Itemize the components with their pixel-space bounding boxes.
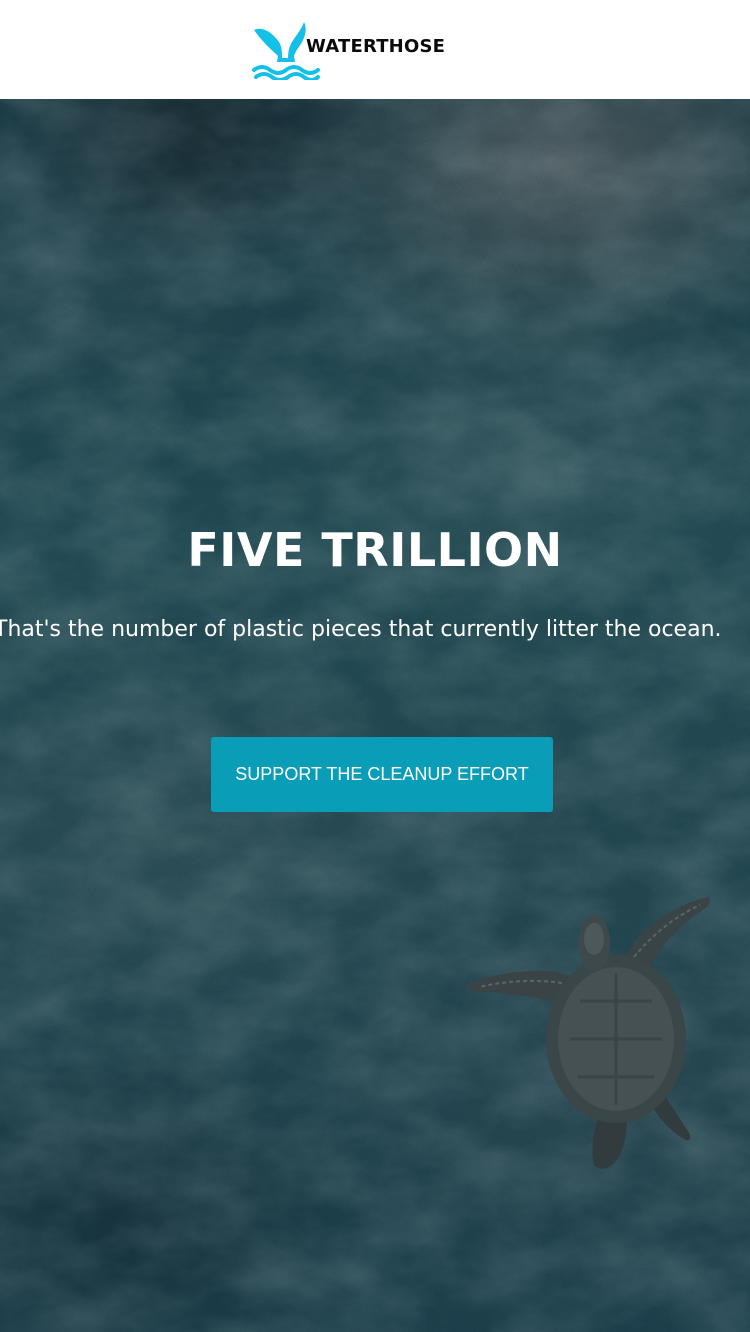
hero-headline: FIVE TRILLION bbox=[187, 523, 563, 577]
page: WATERTHOSE FIVE TRILLION That's the numb… bbox=[0, 0, 750, 1332]
brand-home-link[interactable]: WATERTHOSE bbox=[252, 20, 445, 80]
support-cleanup-button[interactable]: SUPPORT THE CLEANUP EFFORT bbox=[211, 737, 553, 812]
hero-section: FIVE TRILLION That's the number of plast… bbox=[0, 99, 750, 1332]
site-header: WATERTHOSE bbox=[0, 0, 750, 99]
sea-turtle-image bbox=[466, 897, 711, 1169]
hero-subline: That's the number of plastic pieces that… bbox=[0, 617, 722, 642]
brand-name: WATERTHOSE bbox=[306, 35, 446, 57]
